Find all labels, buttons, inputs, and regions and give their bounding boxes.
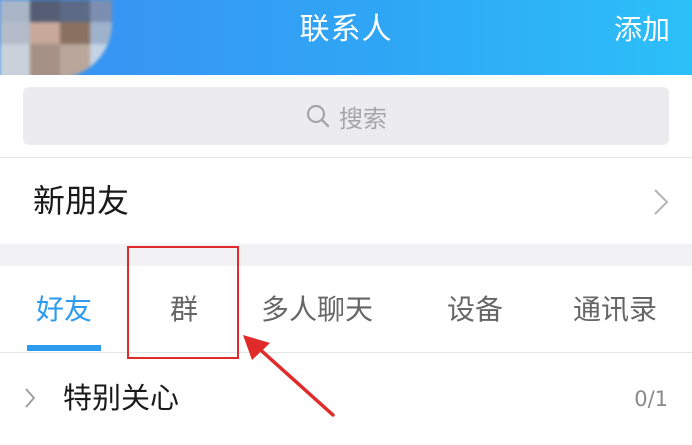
header-bar: 联系人 添加 [0, 0, 692, 78]
active-tab-indicator [27, 345, 101, 351]
search-icon [306, 104, 330, 128]
search-placeholder: 搜索 [339, 104, 387, 133]
chevron-right-icon [25, 388, 36, 408]
page-title: 联系人 [299, 12, 393, 47]
tab-devices[interactable]: 设备 [420, 266, 530, 353]
add-button[interactable]: 添加 [614, 0, 670, 60]
section-gap [0, 244, 692, 266]
search-area: 搜索 [0, 75, 692, 157]
tab-friends[interactable]: 好友 [12, 266, 116, 353]
new-friends-label: 新朋友 [33, 182, 130, 220]
highlight-box [127, 246, 239, 359]
arrow-annotation [243, 335, 335, 417]
search-input[interactable]: 搜索 [23, 87, 669, 145]
chevron-right-icon [654, 189, 669, 215]
contact-tabs: 好友 群 多人聊天 设备 通讯录 [0, 266, 692, 353]
group-count: 0/1 [634, 387, 668, 411]
new-friends-row[interactable]: 新朋友 [0, 158, 692, 244]
tab-address-book[interactable]: 通讯录 [560, 266, 670, 353]
group-label: 特别关心 [63, 381, 180, 415]
